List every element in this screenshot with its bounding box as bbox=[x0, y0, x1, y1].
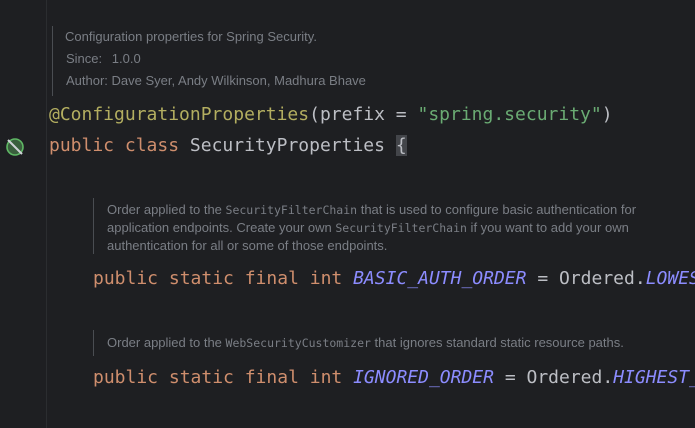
annotation-value: "spring.security" bbox=[417, 104, 602, 125]
field-basic-auth-order-line[interactable]: public static final int BASIC_AUTH_ORDER… bbox=[93, 268, 695, 289]
doc-text: Order applied to the bbox=[107, 202, 226, 217]
annotation-line[interactable]: @ConfigurationProperties(prefix = "sprin… bbox=[49, 104, 613, 125]
class-javadoc: Configuration properties for Spring Secu… bbox=[52, 26, 395, 96]
annotation-open-paren: ( bbox=[309, 104, 320, 125]
editor-gutter[interactable] bbox=[0, 0, 47, 428]
doc-code-ref: WebSecurityCustomizer bbox=[225, 336, 371, 350]
field-javadoc-ignored-order: Order applied to the WebSecurityCustomiz… bbox=[93, 330, 695, 356]
doc-text: application endpoints. Create your own bbox=[107, 220, 336, 235]
spring-bean-gutter-icon[interactable] bbox=[4, 136, 26, 158]
field-ignored-order-line[interactable]: public static final int IGNORED_ORDER = … bbox=[93, 367, 695, 388]
field-type-ref: Ordered. bbox=[559, 268, 646, 289]
doc-code-ref: SecurityFilterChain bbox=[335, 221, 467, 235]
class-name: SecurityProperties bbox=[189, 135, 385, 156]
doc-text: that ignores standard static resource pa… bbox=[370, 335, 624, 350]
field-modifiers: public static final int bbox=[93, 268, 343, 289]
doc-text: if you want to add your own bbox=[466, 220, 629, 235]
field-type-ref: Ordered. bbox=[526, 367, 614, 388]
field-const-ref: LOWEST_PRECEDENCE bbox=[645, 268, 695, 289]
field-const-ref: HIGHEST_PRECEDENCE bbox=[613, 367, 695, 388]
keyword-public: public bbox=[49, 135, 115, 156]
javadoc-author-label: Author: bbox=[66, 73, 108, 88]
doc-text: Order applied to the bbox=[107, 335, 226, 350]
code-editor[interactable]: Configuration properties for Spring Secu… bbox=[0, 0, 695, 428]
annotation-equals: = bbox=[384, 104, 418, 125]
javadoc-since-label: Since: bbox=[66, 51, 103, 66]
javadoc-author-value: Dave Syer, Andy Wilkinson, Madhura Bhave bbox=[111, 73, 366, 88]
field-name: BASIC_AUTH_ORDER bbox=[353, 268, 527, 289]
doc-text: that is used to configure basic authenti… bbox=[357, 202, 637, 217]
field-equals: = bbox=[493, 367, 527, 388]
open-brace: { bbox=[395, 135, 407, 156]
field-name: IGNORED_ORDER bbox=[353, 367, 494, 388]
field-equals: = bbox=[526, 268, 559, 289]
field-javadoc-basic-auth-order: Order applied to the SecurityFilterChain… bbox=[93, 198, 695, 254]
keyword-class: class bbox=[124, 135, 180, 156]
class-declaration-line[interactable]: public class SecurityProperties { bbox=[49, 135, 407, 156]
javadoc-description: Configuration properties for Spring Secu… bbox=[65, 29, 317, 44]
annotation-name: @ConfigurationProperties bbox=[49, 104, 310, 125]
field-modifiers: public static final int bbox=[93, 367, 343, 388]
doc-text: authentication for all or some of those … bbox=[107, 238, 388, 253]
annotation-close-paren: ) bbox=[601, 104, 613, 125]
doc-code-ref: SecurityFilterChain bbox=[225, 203, 358, 217]
javadoc-since-value: 1.0.0 bbox=[111, 51, 141, 66]
annotation-param: prefix bbox=[319, 104, 385, 125]
